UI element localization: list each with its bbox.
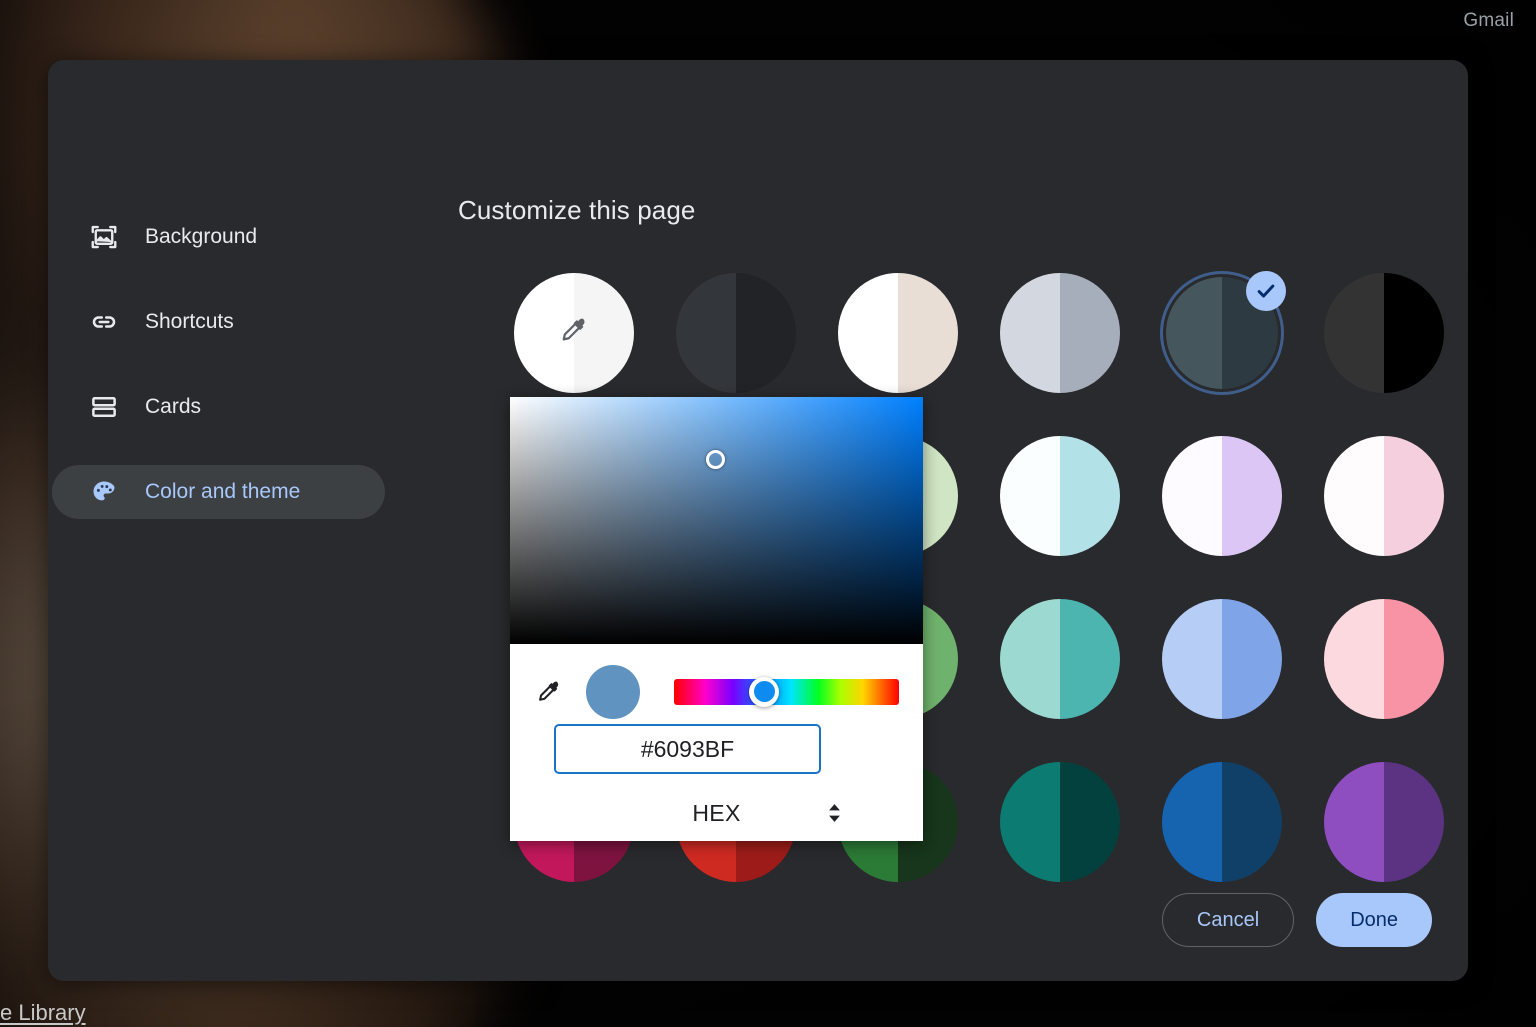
swatch-half-right bbox=[898, 273, 958, 393]
cards-icon bbox=[89, 392, 119, 422]
swatch-circle bbox=[1324, 436, 1444, 556]
check-icon bbox=[1246, 271, 1286, 311]
image-icon bbox=[89, 222, 119, 252]
swatch-half-left bbox=[676, 273, 736, 393]
swatch-half-left bbox=[1000, 273, 1060, 393]
swatch-half-right bbox=[1060, 599, 1120, 719]
hex-input[interactable] bbox=[554, 724, 821, 774]
swatch-half-left bbox=[1162, 762, 1222, 882]
swatch-circle bbox=[838, 273, 958, 393]
sidebar-item-label: Background bbox=[145, 225, 258, 248]
theme-swatch-black-theme[interactable] bbox=[1324, 273, 1444, 393]
swatch-circle bbox=[1324, 273, 1444, 393]
swatch-half-right bbox=[1060, 273, 1120, 393]
sidebar-item-shortcuts[interactable]: Shortcuts bbox=[52, 295, 385, 349]
theme-swatch-pink-theme[interactable] bbox=[1324, 599, 1444, 719]
swatch-circle bbox=[1324, 762, 1444, 882]
swatch-circle bbox=[1000, 599, 1120, 719]
swatch-half-right bbox=[1222, 762, 1282, 882]
swatch-half-left bbox=[1162, 599, 1222, 719]
theme-swatch-white-cyan-theme[interactable] bbox=[1000, 436, 1120, 556]
color-format-selector[interactable]: HEX bbox=[510, 789, 923, 837]
eyedropper-icon[interactable] bbox=[532, 675, 566, 709]
theme-swatch-white-rose-theme[interactable] bbox=[1324, 436, 1444, 556]
sidebar: Background Shortcuts Cards Color and the… bbox=[48, 210, 385, 550]
cancel-button[interactable]: Cancel bbox=[1161, 893, 1295, 947]
theme-swatch-slate-blue-theme[interactable] bbox=[1160, 271, 1286, 395]
dialog-footer: Cancel Done bbox=[1161, 893, 1432, 947]
sidebar-item-cards[interactable]: Cards bbox=[52, 380, 385, 434]
theme-swatch-custom-color-picker[interactable] bbox=[514, 273, 634, 393]
sidebar-item-background[interactable]: Background bbox=[52, 210, 385, 264]
swatch-half-right bbox=[1222, 599, 1282, 719]
swatch-half-left bbox=[838, 273, 898, 393]
sidebar-item-color-and-theme[interactable]: Color and theme bbox=[52, 465, 385, 519]
swatch-circle bbox=[1000, 273, 1120, 393]
swatch-half-right bbox=[1384, 436, 1444, 556]
swatch-circle bbox=[1162, 599, 1282, 719]
swatch-half-left bbox=[1324, 599, 1384, 719]
swatch-half-right bbox=[1060, 436, 1120, 556]
theme-swatch-purple-theme[interactable] bbox=[1324, 762, 1444, 882]
theme-swatch-deep-blue-theme[interactable] bbox=[1162, 762, 1282, 882]
saturation-value-area[interactable] bbox=[510, 397, 923, 644]
theme-swatch-light-grey-theme[interactable] bbox=[1000, 273, 1120, 393]
sidebar-item-label: Shortcuts bbox=[145, 310, 234, 333]
swatch-circle bbox=[1324, 599, 1444, 719]
swatch-half-right bbox=[1222, 436, 1282, 556]
swatch-half-left bbox=[1324, 762, 1384, 882]
theme-swatch-white-purple-theme[interactable] bbox=[1162, 436, 1282, 556]
link-icon bbox=[89, 307, 119, 337]
swatch-half-left bbox=[1000, 436, 1060, 556]
theme-swatch-teal-theme[interactable] bbox=[1000, 599, 1120, 719]
color-format-label: HEX bbox=[692, 799, 741, 826]
palette-icon bbox=[89, 477, 119, 507]
page-title: Customize this page bbox=[458, 195, 696, 225]
swatch-circle bbox=[1162, 436, 1282, 556]
swatch-half-right bbox=[736, 273, 796, 393]
swatch-half-left bbox=[1166, 277, 1222, 389]
swatch-circle bbox=[1162, 762, 1282, 882]
customize-page-dialog: Customize this page Background Shortcuts… bbox=[48, 60, 1468, 981]
swatch-half-left bbox=[1324, 436, 1384, 556]
saturation-value-handle[interactable] bbox=[705, 449, 725, 469]
swatch-half-left bbox=[1324, 273, 1384, 393]
hue-slider-handle[interactable] bbox=[749, 676, 779, 707]
done-button[interactable]: Done bbox=[1316, 893, 1432, 947]
swatch-half-left bbox=[1000, 599, 1060, 719]
swatch-half-left bbox=[1000, 762, 1060, 882]
theme-swatch-white-beige-theme[interactable] bbox=[838, 273, 958, 393]
theme-swatch-dark-grey-theme[interactable] bbox=[676, 273, 796, 393]
gmail-link[interactable]: Gmail bbox=[1463, 10, 1514, 32]
theme-swatch-periwinkle-theme[interactable] bbox=[1162, 599, 1282, 719]
library-link[interactable]: e Library bbox=[0, 1000, 86, 1026]
swatch-half-left bbox=[1162, 436, 1222, 556]
color-picker-popup: HEX bbox=[510, 397, 923, 841]
swatch-half-right bbox=[1384, 273, 1444, 393]
sidebar-item-label: Color and theme bbox=[145, 480, 301, 503]
swatch-circle bbox=[676, 273, 796, 393]
swatch-circle bbox=[1000, 436, 1120, 556]
theme-swatch-deep-teal-theme[interactable] bbox=[1000, 762, 1120, 882]
hue-slider[interactable] bbox=[674, 676, 899, 707]
eyedropper-icon bbox=[559, 316, 589, 351]
swatch-circle bbox=[1000, 762, 1120, 882]
swatch-half-right bbox=[1060, 762, 1120, 882]
current-color-preview bbox=[586, 664, 640, 719]
sidebar-item-label: Cards bbox=[145, 395, 202, 418]
chevron-updown-icon[interactable] bbox=[828, 804, 841, 823]
swatch-half-right bbox=[1384, 599, 1444, 719]
swatch-half-right bbox=[1384, 762, 1444, 882]
